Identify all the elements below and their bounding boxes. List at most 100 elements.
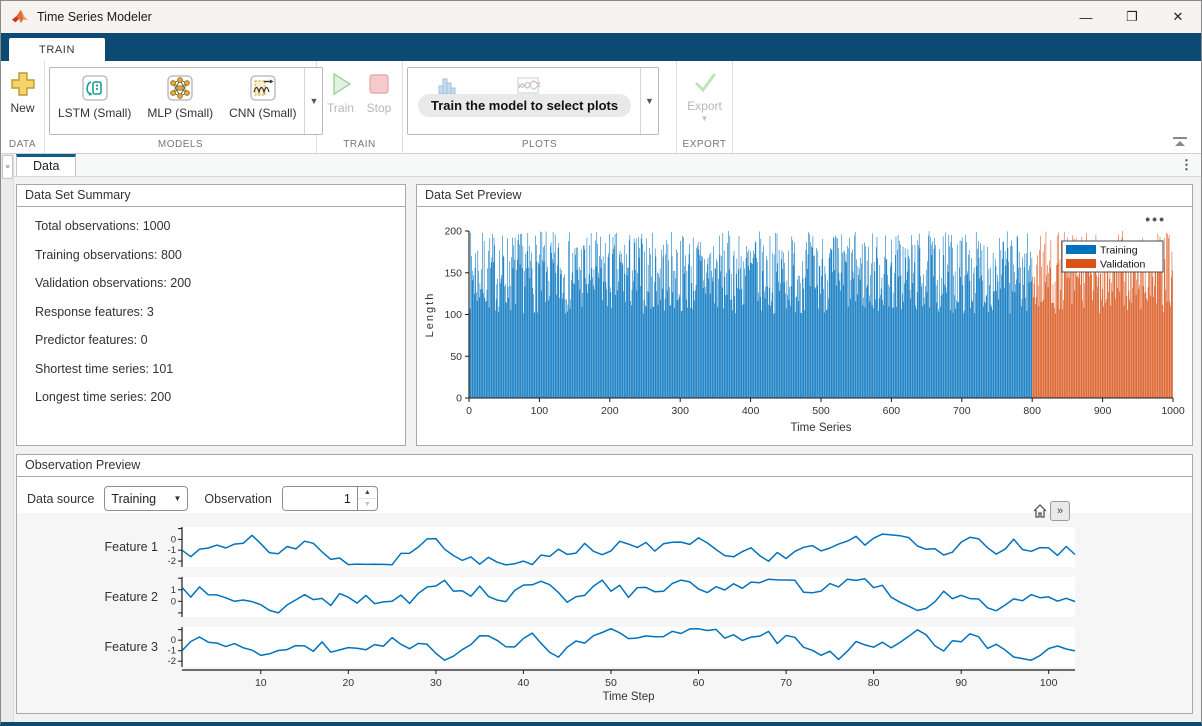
section-label-export: EXPORT: [677, 137, 732, 153]
model-item-label: CNN (Small): [229, 106, 296, 120]
svg-text:200: 200: [444, 226, 462, 238]
section-label-train: TRAIN: [317, 137, 402, 153]
tab-data[interactable]: Data: [16, 154, 76, 176]
model-item-label: MLP (Small): [147, 106, 213, 120]
svg-text:1: 1: [171, 585, 176, 596]
new-button[interactable]: New: [4, 67, 42, 119]
panel-handle-icon[interactable]: ≡: [2, 155, 13, 179]
svg-text:0: 0: [171, 534, 176, 545]
ribbon-tab-strip: TRAIN: [1, 33, 1201, 61]
ribbon-section-data: New DATA: [1, 61, 45, 153]
side-panel-strip: ≡: [1, 154, 14, 722]
svg-text:500: 500: [812, 405, 830, 417]
ribbon-section-plots: Histogram ▼ Train the model to select pl…: [403, 61, 677, 153]
play-icon: [328, 71, 354, 97]
cnn-network-icon: [249, 74, 277, 102]
data-set-preview-panel: Data Set Preview ••• 0501001502000100200…: [416, 184, 1193, 446]
preview-panel-title: Data Set Preview: [417, 185, 1192, 207]
ribbon-section-export: Export ▼ EXPORT: [677, 61, 733, 153]
tab-train[interactable]: TRAIN: [9, 38, 105, 61]
svg-text:600: 600: [883, 405, 901, 417]
data-source-dropdown[interactable]: Training ▼: [104, 486, 188, 511]
observation-panel-title: Observation Preview: [17, 455, 1192, 477]
model-item-label: LSTM (Small): [58, 106, 131, 120]
svg-text:0: 0: [171, 596, 176, 607]
summary-item: Longest time series: 200: [35, 390, 405, 404]
model-item-mlp[interactable]: MLP (Small): [139, 68, 221, 134]
more-options-icon[interactable]: •••: [1145, 211, 1166, 227]
stop-button[interactable]: Stop: [360, 67, 398, 119]
model-item-cnn[interactable]: CNN (Small): [221, 68, 304, 134]
export-button[interactable]: Export ▼: [681, 67, 728, 127]
ribbon-section-train: Train Stop TRAIN: [317, 61, 403, 153]
spinner-up-icon[interactable]: ▲: [358, 487, 377, 498]
section-label-plots: PLOTS: [403, 137, 676, 153]
svg-text:100: 100: [531, 405, 549, 417]
maximize-button[interactable]: ❐: [1109, 1, 1155, 33]
svg-text:Time Step: Time Step: [603, 691, 655, 703]
lstm-network-icon: [81, 74, 109, 102]
svg-text:100: 100: [444, 309, 462, 321]
home-icon[interactable]: [1030, 501, 1050, 521]
svg-text:50: 50: [605, 677, 617, 689]
title-bar: Time Series Modeler — ❐ ✕: [1, 1, 1201, 33]
chevron-down-icon: ▼: [701, 114, 709, 123]
data-set-summary-panel: Data Set Summary Total observations: 100…: [16, 184, 406, 446]
observation-spinner: ▲ ▼: [282, 486, 378, 511]
app-window: Time Series Modeler — ❐ ✕ TRAIN New DATA: [0, 0, 1202, 726]
svg-text:100: 100: [1040, 677, 1058, 689]
svg-text:0: 0: [171, 635, 176, 646]
train-button[interactable]: Train: [321, 67, 360, 119]
svg-text:30: 30: [430, 677, 442, 689]
plots-gallery-dropdown[interactable]: ▼: [640, 68, 658, 134]
close-button[interactable]: ✕: [1155, 1, 1201, 33]
summary-item: Response features: 3: [35, 305, 405, 319]
svg-text:-1: -1: [168, 646, 176, 657]
mlp-network-icon: [166, 74, 194, 102]
svg-text:10: 10: [255, 677, 267, 689]
svg-text:700: 700: [953, 405, 971, 417]
svg-text:Feature 3: Feature 3: [104, 640, 158, 654]
new-button-label: New: [10, 101, 34, 115]
svg-text:200: 200: [601, 405, 619, 417]
chevron-down-icon: ▼: [645, 96, 654, 106]
chevron-down-icon: ▼: [173, 494, 181, 503]
kebab-menu-icon[interactable]: ⋮: [1180, 157, 1193, 173]
axes-toolbar: »: [1030, 501, 1070, 521]
matlab-logo-icon: [11, 8, 29, 26]
checkmark-icon: [692, 71, 718, 95]
plots-gallery: Histogram ▼ Train the model to select pl…: [407, 67, 659, 135]
svg-text:0: 0: [466, 405, 472, 417]
collapse-ribbon-icon[interactable]: [1173, 137, 1187, 147]
svg-text:Length: Length: [424, 292, 436, 338]
ribbon-toolbar: New DATA: [1, 61, 1201, 154]
svg-text:-1: -1: [168, 545, 176, 556]
plots-tooltip: Train the model to select plots: [418, 94, 631, 117]
observation-controls: Data source Training ▼ Observation ▲ ▼: [17, 477, 1192, 513]
section-label-data: DATA: [1, 137, 44, 153]
dataset-preview-chart: 0501001502000100200300400500600700800900…: [417, 207, 1198, 443]
ribbon-section-models: LSTM (Small): [45, 61, 317, 153]
observation-label: Observation: [204, 492, 271, 506]
svg-text:0: 0: [456, 393, 462, 405]
svg-text:80: 80: [868, 677, 880, 689]
stop-button-label: Stop: [367, 101, 392, 115]
summary-item: Total observations: 1000: [35, 219, 405, 233]
svg-text:70: 70: [780, 677, 792, 689]
summary-item: Training observations: 800: [35, 248, 405, 262]
svg-text:1000: 1000: [1161, 405, 1185, 417]
observation-input[interactable]: [283, 487, 357, 510]
svg-text:Feature 2: Feature 2: [104, 590, 158, 604]
svg-text:90: 90: [955, 677, 967, 689]
data-source-label: Data source: [27, 492, 94, 506]
spinner-down-icon[interactable]: ▼: [358, 498, 377, 510]
minimize-button[interactable]: —: [1063, 1, 1109, 33]
svg-text:300: 300: [671, 405, 689, 417]
export-button-label: Export: [687, 99, 722, 113]
model-item-lstm[interactable]: LSTM (Small): [50, 68, 139, 134]
train-button-label: Train: [327, 101, 354, 115]
expand-toolbar-icon[interactable]: »: [1050, 501, 1070, 521]
document-tab-strip: Data ⋮: [14, 154, 1201, 177]
observation-figure: » 0-1-2Feature 110Feature 20-1-2Feature …: [17, 513, 1192, 713]
svg-text:20: 20: [342, 677, 354, 689]
